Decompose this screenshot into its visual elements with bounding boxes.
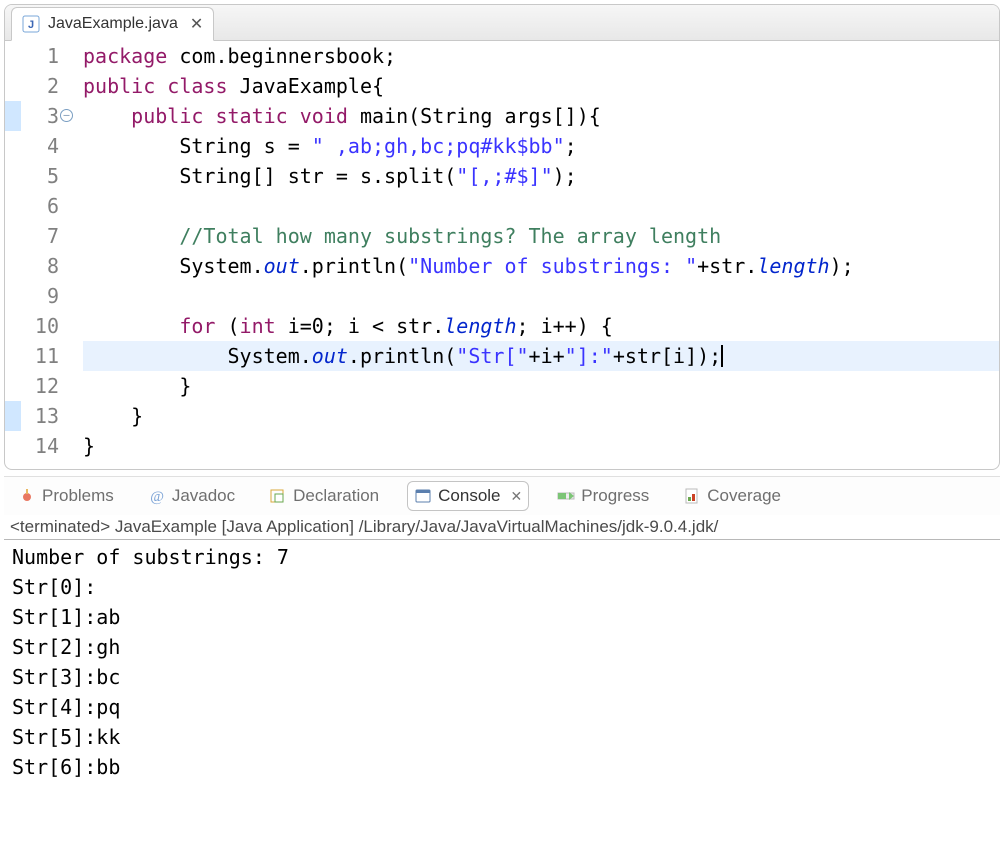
code-line[interactable]: } (83, 371, 999, 401)
code-editor[interactable]: 123–4567891011121314 package com.beginne… (5, 41, 999, 469)
line-number: 9 (21, 281, 59, 311)
line-number: 1 (21, 41, 59, 71)
tab-progress-label: Progress (581, 486, 649, 506)
coverage-icon (683, 487, 701, 505)
line-number: 4 (21, 131, 59, 161)
close-icon[interactable]: ✕ (507, 488, 523, 505)
code-line[interactable]: } (83, 431, 999, 461)
svg-text:J: J (28, 19, 34, 31)
line-number: 7 (21, 221, 59, 251)
tab-console-label: Console (438, 486, 500, 506)
declaration-icon (269, 487, 287, 505)
file-tab[interactable]: J JavaExample.java ✕ (11, 7, 214, 41)
progress-icon (557, 487, 575, 505)
javadoc-icon: @ (148, 487, 166, 505)
line-number: 3– (21, 101, 59, 131)
line-number: 14 (21, 431, 59, 461)
tab-progress[interactable]: Progress (551, 482, 655, 510)
tab-coverage[interactable]: Coverage (677, 482, 787, 510)
code-line[interactable]: //Total how many substrings? The array l… (83, 221, 999, 251)
code-line[interactable]: System.out.println("Str["+i+"]:"+str[i])… (83, 341, 999, 371)
problems-icon (18, 487, 36, 505)
line-number: 2 (21, 71, 59, 101)
code-line[interactable]: public class JavaExample{ (83, 71, 999, 101)
code-line[interactable]: public static void main(String args[]){ (83, 101, 999, 131)
bottom-panel: Problems @ Javadoc Declaration Console ✕ (4, 476, 1000, 784)
line-number: 5 (21, 161, 59, 191)
tab-declaration-label: Declaration (293, 486, 379, 506)
line-number: 6 (21, 191, 59, 221)
tab-javadoc[interactable]: @ Javadoc (142, 482, 241, 510)
editor-tabbar: J JavaExample.java ✕ (5, 5, 999, 41)
close-icon[interactable]: ✕ (186, 14, 203, 34)
tab-problems-label: Problems (42, 486, 114, 506)
tab-problems[interactable]: Problems (12, 482, 120, 510)
line-number: 11 (21, 341, 59, 371)
line-number: 8 (21, 251, 59, 281)
console-output[interactable]: Number of substrings: 7 Str[0]: Str[1]:a… (4, 540, 1000, 784)
code-line[interactable]: package com.beginnersbook; (83, 41, 999, 71)
editor-pane: J JavaExample.java ✕ 123–456789101112131… (4, 4, 1000, 470)
tab-declaration[interactable]: Declaration (263, 482, 385, 510)
console-status: <terminated> JavaExample [Java Applicati… (4, 515, 1000, 540)
code-line[interactable]: String s = " ,ab;gh,bc;pq#kk$bb"; (83, 131, 999, 161)
java-file-icon: J (22, 15, 40, 33)
line-number: 13 (21, 401, 59, 431)
tab-console[interactable]: Console ✕ (407, 481, 529, 511)
code-lines[interactable]: package com.beginnersbook;public class J… (83, 41, 999, 461)
tab-javadoc-label: Javadoc (172, 486, 235, 506)
code-line[interactable]: String[] str = s.split("[,;#$]"); (83, 161, 999, 191)
line-number: 10 (21, 311, 59, 341)
line-number: 12 (21, 371, 59, 401)
console-icon (414, 487, 432, 505)
tab-coverage-label: Coverage (707, 486, 781, 506)
line-gutter: 123–4567891011121314 (21, 41, 65, 461)
code-line[interactable]: } (83, 401, 999, 431)
code-line[interactable] (83, 281, 999, 311)
fold-toggle-icon[interactable]: – (60, 109, 73, 122)
file-tab-label: JavaExample.java (48, 15, 178, 33)
code-line[interactable]: System.out.println("Number of substrings… (83, 251, 999, 281)
view-tabs: Problems @ Javadoc Declaration Console ✕ (4, 476, 1000, 515)
code-line[interactable]: for (int i=0; i < str.length; i++) { (83, 311, 999, 341)
code-line[interactable] (83, 191, 999, 221)
svg-text:@: @ (150, 489, 164, 505)
